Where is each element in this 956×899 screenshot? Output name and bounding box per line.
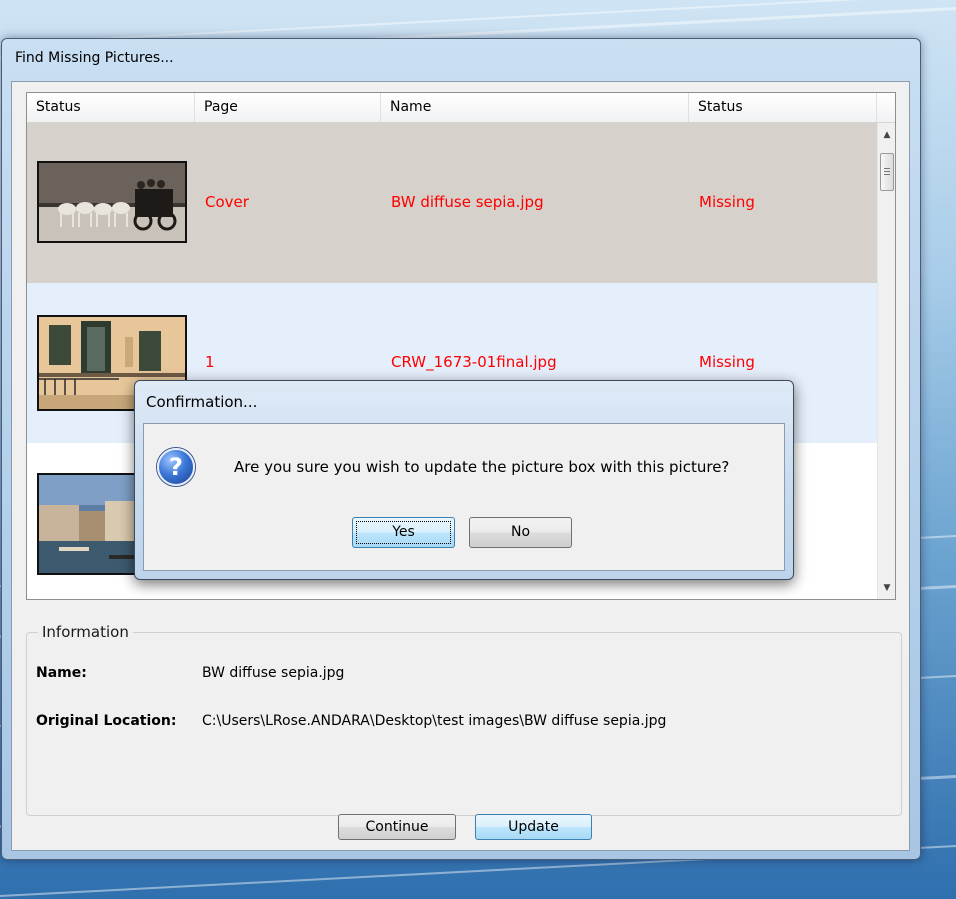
dialog-title: Confirmation... [146, 393, 258, 411]
information-legend: Information [38, 623, 133, 641]
focus-rectangle [356, 521, 451, 544]
row-status: Missing [699, 353, 755, 371]
scrollbar-thumb[interactable] [880, 153, 894, 191]
row-page: Cover [205, 193, 249, 211]
no-button[interactable]: No [469, 517, 572, 548]
list-header: Status Page Name Status [27, 93, 895, 123]
update-button[interactable]: Update [475, 814, 592, 840]
dialog-client: ? Are you sure you wish to update the pi… [143, 423, 785, 571]
column-header-status[interactable]: Status [689, 93, 877, 122]
table-row[interactable]: Cover BW diffuse sepia.jpg Missing [27, 123, 877, 283]
row-name: CRW_1673-01final.jpg [391, 353, 557, 371]
name-label: Name: [36, 665, 87, 681]
question-icon: ? [157, 448, 195, 486]
original-location-value: C:\Users\LRose.ANDARA\Desktop\test image… [202, 713, 667, 729]
scroll-up-icon[interactable]: ▲ [878, 126, 895, 144]
name-value: BW diffuse sepia.jpg [202, 665, 345, 681]
thumbnail-sepia-horses-carriage [37, 161, 187, 243]
row-name: BW diffuse sepia.jpg [391, 193, 544, 211]
row-page: 1 [205, 353, 215, 371]
list-vertical-scrollbar[interactable]: ▲ ▼ [877, 123, 895, 599]
scroll-down-icon[interactable]: ▼ [878, 579, 895, 597]
window-title: Find Missing Pictures... [15, 50, 174, 66]
column-header-name[interactable]: Name [381, 93, 689, 122]
column-header-status-thumb[interactable]: Status [27, 93, 195, 122]
confirmation-dialog: Confirmation... ? Are you sure you wish … [134, 380, 794, 580]
yes-button[interactable]: Yes [352, 517, 455, 548]
original-location-label: Original Location: [36, 713, 177, 729]
dialog-message: Are you sure you wish to update the pict… [234, 458, 730, 476]
continue-button[interactable]: Continue [338, 814, 456, 840]
column-header-page[interactable]: Page [195, 93, 381, 122]
row-status: Missing [699, 193, 755, 211]
